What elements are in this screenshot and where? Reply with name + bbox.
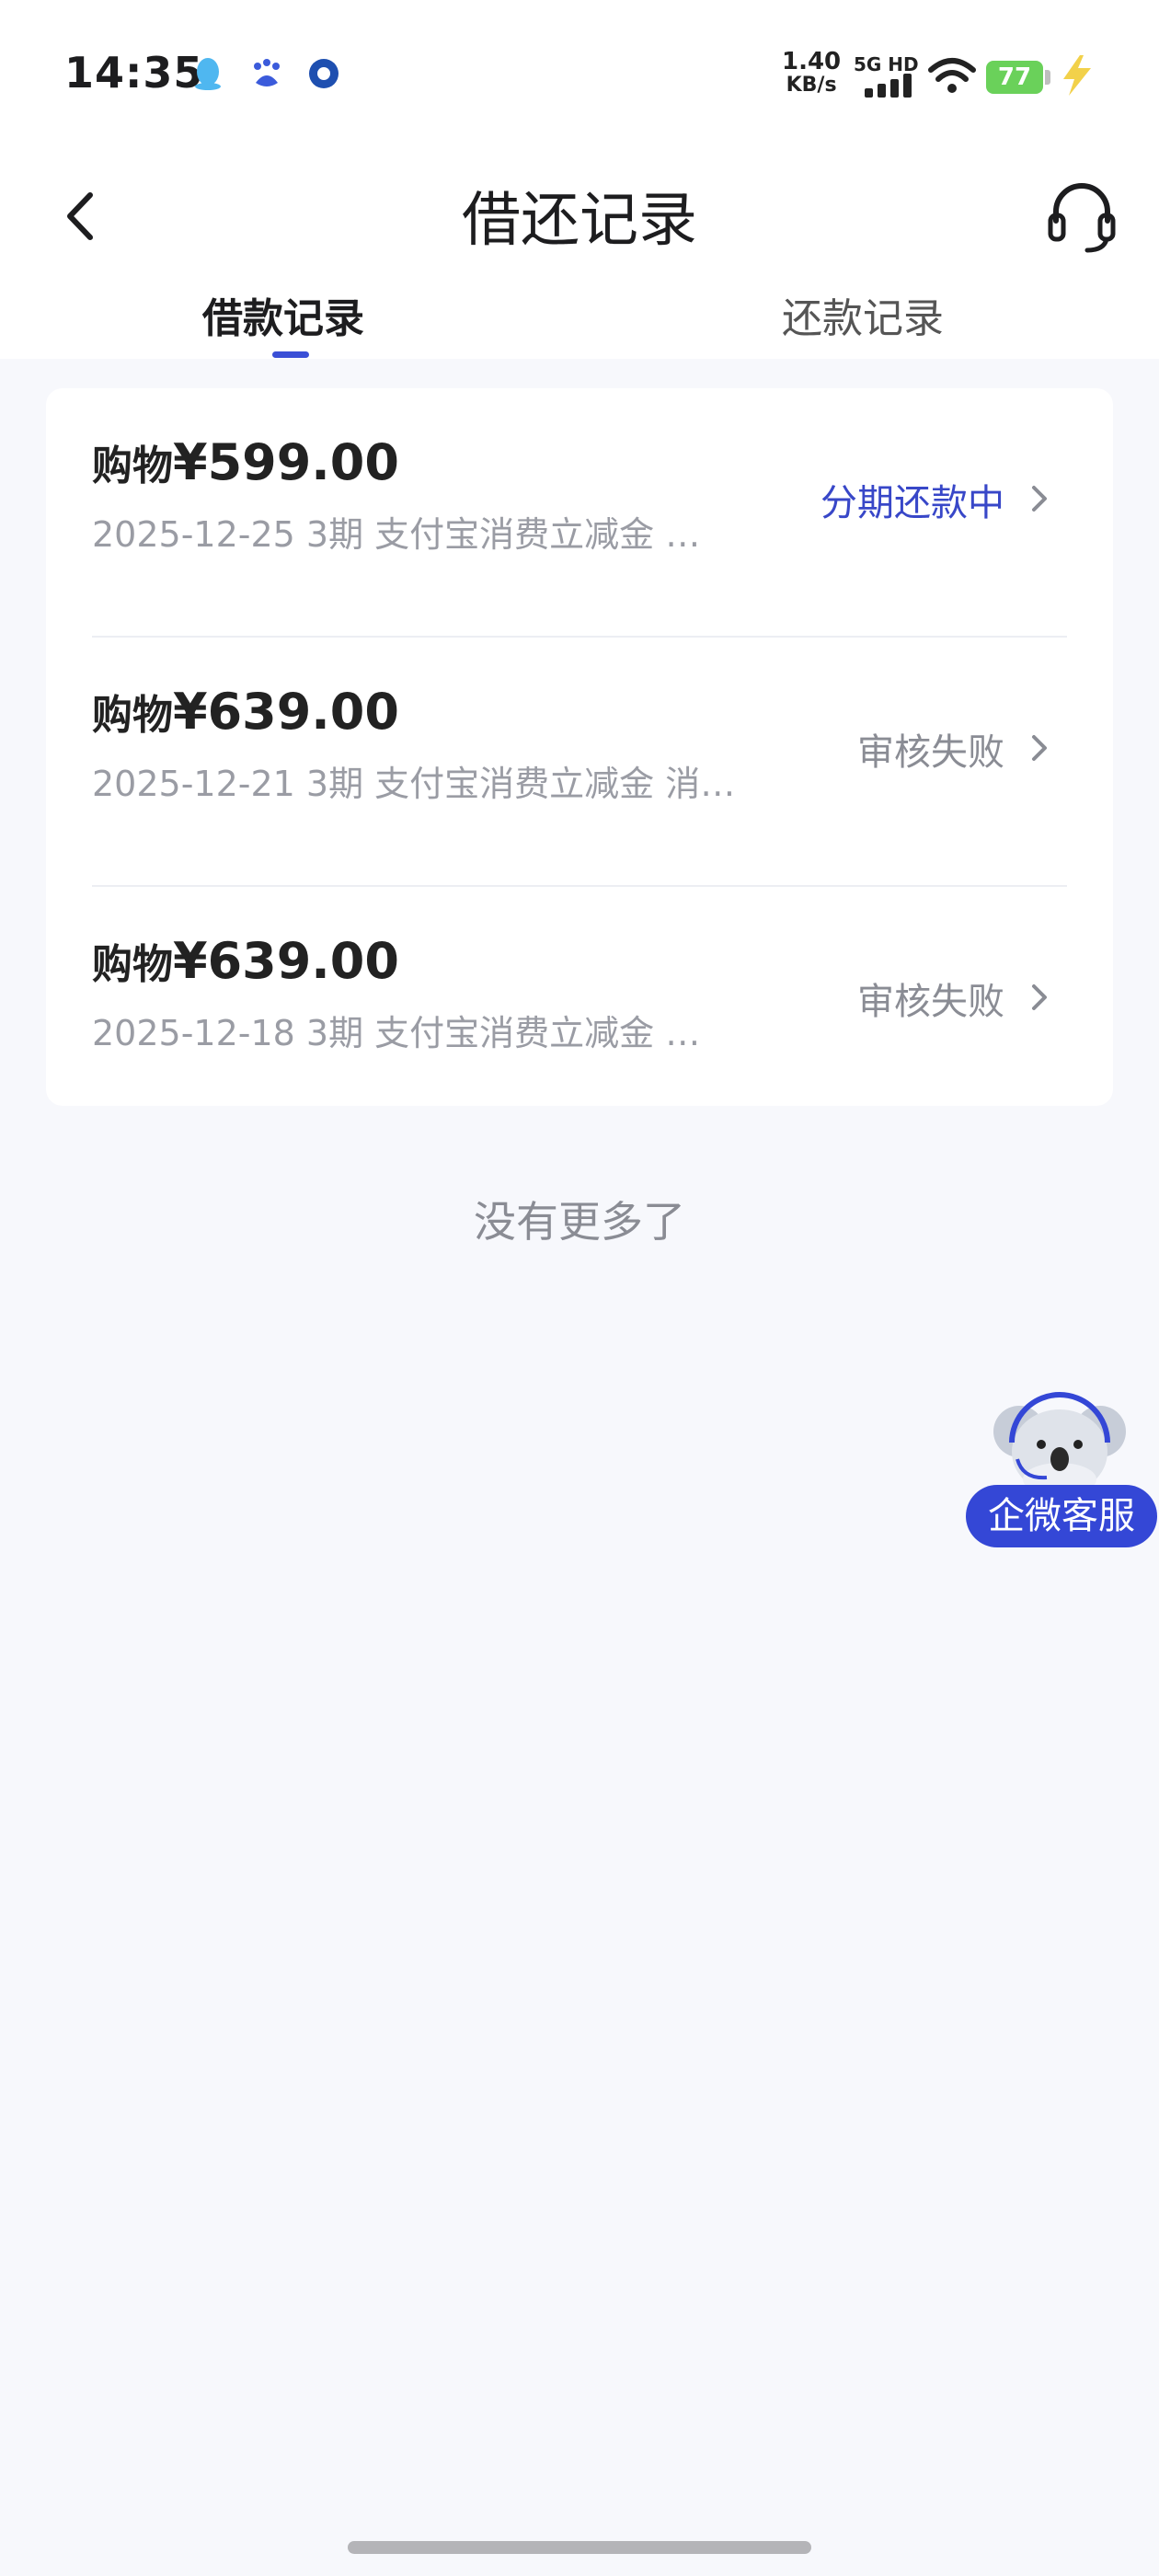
tab-borrow-records[interactable]: 借款记录 (202, 285, 364, 344)
record-row[interactable]: 购物¥639.00 2025-12-21 3期 支付宝消费立减金 消… 审核失败 (46, 638, 1113, 887)
record-prefix: 购物 (92, 443, 173, 489)
battery-cap (1045, 70, 1050, 85)
record-detail: 2025-12-25 3期 支付宝消费立减金 … (92, 514, 701, 555)
record-status: 审核失败 (857, 981, 1004, 1023)
battery-icon: 77 (986, 61, 1043, 94)
record-title: 购物¥639.00 (92, 682, 399, 741)
header: 借还记录 借款记录 还款记录 (0, 147, 1159, 359)
record-row[interactable]: 购物¥639.00 2025-12-18 3期 支付宝消费立减金 … 审核失败 (46, 887, 1113, 1136)
bank-app-icon (309, 59, 339, 88)
record-title: 购物¥599.00 (92, 432, 399, 491)
record-amount: ¥639.00 (173, 932, 399, 990)
baidu-icon (254, 59, 280, 86)
record-prefix: 购物 (92, 692, 173, 739)
chevron-right-icon (1032, 984, 1047, 1010)
network-speed: 1.40 KB/s (782, 48, 842, 97)
home-indicator[interactable] (348, 2541, 811, 2554)
page-title: 借还记录 (462, 187, 697, 255)
record-status: 审核失败 (857, 731, 1004, 774)
headset-icon[interactable] (1045, 175, 1119, 258)
charging-icon (1063, 55, 1091, 96)
records-card: 购物¥599.00 2025-12-25 3期 支付宝消费立减金 … 分期还款中… (46, 388, 1113, 1106)
status-bar: 14:35 1.40 KB/s 5G HD 77 (0, 0, 1159, 147)
record-amount: ¥639.00 (173, 683, 399, 741)
record-prefix: 购物 (92, 941, 173, 988)
koala-mascot-icon[interactable] (986, 1387, 1133, 1498)
no-more-text: 没有更多了 (474, 1197, 685, 1247)
record-status: 分期还款中 (820, 482, 1004, 524)
record-row[interactable]: 购物¥599.00 2025-12-25 3期 支付宝消费立减金 … 分期还款中 (46, 388, 1113, 638)
chevron-right-icon (1032, 735, 1047, 761)
chevron-right-icon (1032, 486, 1047, 512)
signal-icon (865, 74, 912, 98)
active-tab-indicator (272, 351, 309, 358)
wecom-service-button[interactable]: 企微客服 (966, 1485, 1157, 1547)
tab-repay-records[interactable]: 还款记录 (782, 285, 944, 344)
status-time: 14:35 (64, 48, 204, 98)
record-title: 购物¥639.00 (92, 931, 399, 990)
network-type: 5G HD (854, 53, 919, 75)
record-detail: 2025-12-18 3期 支付宝消费立减金 … (92, 1013, 701, 1053)
record-amount: ¥599.00 (173, 433, 399, 491)
record-detail: 2025-12-21 3期 支付宝消费立减金 消… (92, 764, 736, 804)
wifi-icon (928, 58, 976, 93)
qq-icon (195, 58, 221, 90)
